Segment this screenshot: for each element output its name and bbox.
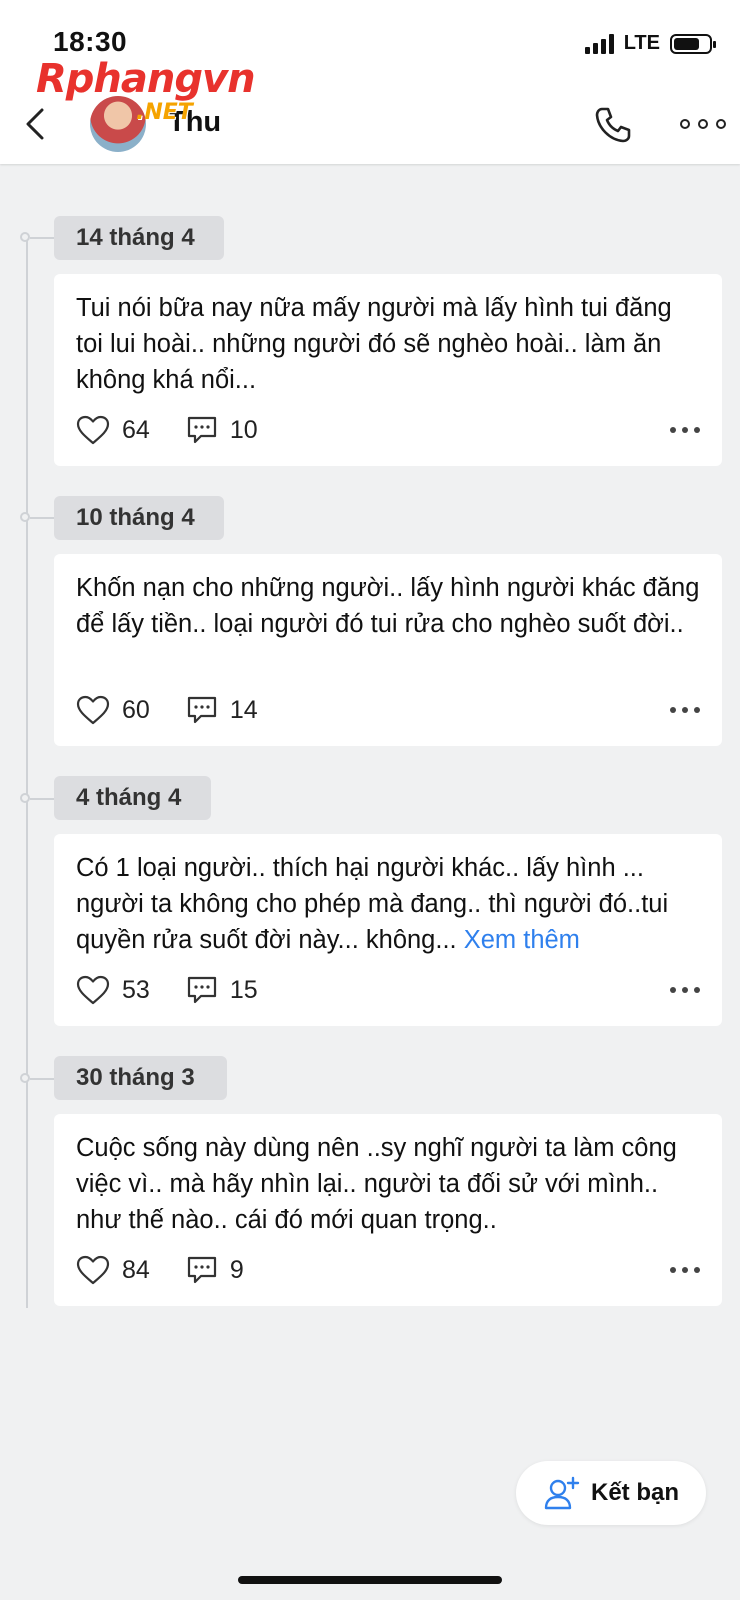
post-more-button[interactable]: [670, 427, 700, 433]
heart-icon: [76, 415, 110, 445]
timeline-connector: [30, 798, 54, 800]
post-card[interactable]: Cuộc sống này dùng nên ..sy nghĩ người t…: [54, 1114, 722, 1306]
comment-count: 10: [229, 415, 258, 444]
like-count: 53: [122, 975, 150, 1004]
comment-count: 15: [229, 975, 258, 1004]
timeline-connector: [30, 517, 54, 519]
like-count: 84: [122, 1255, 150, 1284]
add-friend-button[interactable]: Kết bạn: [516, 1461, 706, 1525]
comment-icon: [187, 696, 216, 724]
comment-button[interactable]: 9: [186, 1255, 244, 1285]
post-text[interactable]: Khốn nạn cho những người.. lấy hình ngườ…: [76, 570, 700, 642]
see-more-link[interactable]: Xem thêm: [464, 926, 580, 954]
post-actions: 84 9: [76, 1252, 700, 1288]
comment-count: 14: [229, 695, 258, 724]
signal-icon: [584, 33, 614, 54]
post-text[interactable]: Cuộc sống này dùng nên ..sy nghĩ người t…: [76, 1130, 700, 1238]
comment-count: 9: [229, 1255, 244, 1284]
date-label: 10 tháng 4: [54, 496, 224, 540]
timeline-connector: [30, 237, 54, 239]
more-icon-dot: [680, 119, 690, 129]
post-card[interactable]: Có 1 loại người.. thích hại người khác..…: [54, 834, 722, 1026]
post-card[interactable]: Tui nói bữa nay nữa mấy người mà lấy hìn…: [54, 274, 722, 466]
post-actions: 60 14: [76, 692, 700, 728]
top-bar: 18:30 LTE Thu Rphangvn .NET: [0, 0, 740, 164]
more-icon-dot: [716, 119, 726, 129]
date-label: 14 tháng 4: [54, 216, 224, 260]
battery-icon: [670, 33, 716, 54]
watermark-logo-sub: .NET: [136, 100, 193, 125]
status-indicators: LTE: [584, 32, 716, 55]
post-actions: 64 10: [76, 412, 700, 448]
comment-button[interactable]: 10: [186, 415, 258, 445]
timeline-dot: [20, 1073, 30, 1083]
post-more-button[interactable]: [670, 987, 700, 993]
heart-icon: [76, 1255, 110, 1285]
like-button[interactable]: 84: [76, 1255, 150, 1285]
more-icon-dot: [698, 119, 708, 129]
heart-icon: [76, 695, 110, 725]
like-count: 60: [122, 695, 150, 724]
network-label: LTE: [623, 32, 660, 54]
post-text[interactable]: Tui nói bữa nay nữa mấy người mà lấy hìn…: [76, 290, 700, 398]
more-options-button[interactable]: [680, 114, 726, 134]
like-button[interactable]: 64: [76, 415, 150, 445]
comment-button[interactable]: 14: [186, 695, 258, 725]
comment-icon: [187, 416, 216, 444]
date-label: 4 tháng 4: [54, 776, 211, 820]
post-actions: 53 15: [76, 972, 700, 1008]
back-button[interactable]: [18, 104, 58, 144]
home-indicator[interactable]: [238, 1576, 502, 1584]
status-time: 18:30: [53, 26, 128, 57]
post-card[interactable]: Khốn nạn cho những người.. lấy hình ngườ…: [54, 554, 722, 746]
call-button[interactable]: [592, 104, 634, 146]
post-more-button[interactable]: [670, 707, 700, 713]
timeline-dot: [20, 793, 30, 803]
add-friend-icon: [544, 1476, 580, 1510]
timeline-dot: [20, 512, 30, 522]
comment-button[interactable]: 15: [186, 975, 258, 1005]
post-more-button[interactable]: [670, 1267, 700, 1273]
date-label: 30 tháng 3: [54, 1056, 227, 1100]
like-button[interactable]: 53: [76, 975, 150, 1005]
timeline-connector: [30, 1078, 54, 1080]
add-friend-label: Kết bạn: [590, 1479, 679, 1506]
watermark-logo: Rphangvn: [36, 56, 256, 102]
phone-icon: [595, 107, 631, 143]
comment-icon: [187, 1256, 216, 1284]
comment-icon: [187, 976, 216, 1004]
post-text[interactable]: Có 1 loại người.. thích hại người khác..…: [76, 850, 700, 958]
heart-icon: [76, 975, 110, 1005]
back-icon: [26, 108, 44, 140]
like-button[interactable]: 60: [76, 695, 150, 725]
timeline-line: [26, 238, 28, 1308]
timeline-dot: [20, 232, 30, 242]
like-count: 64: [122, 415, 150, 444]
